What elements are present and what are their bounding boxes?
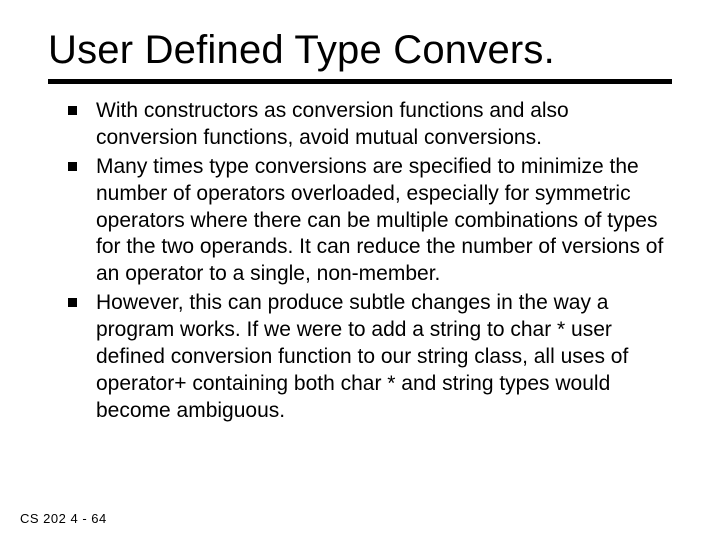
bullet-text: However, this can produce subtle changes… — [96, 291, 628, 422]
slide: User Defined Type Convers. With construc… — [0, 0, 720, 540]
list-item: Many times type conversions are specifie… — [68, 154, 668, 288]
bullet-list: With constructors as conversion function… — [48, 98, 672, 425]
slide-footer: CS 202 4 - 64 — [20, 511, 107, 526]
list-item: However, this can produce subtle changes… — [68, 290, 668, 424]
title-underline — [48, 79, 672, 84]
slide-title: User Defined Type Convers. — [48, 28, 672, 73]
bullet-text: With constructors as conversion function… — [96, 99, 569, 149]
bullet-text: Many times type conversions are specifie… — [96, 155, 663, 286]
list-item: With constructors as conversion function… — [68, 98, 668, 152]
